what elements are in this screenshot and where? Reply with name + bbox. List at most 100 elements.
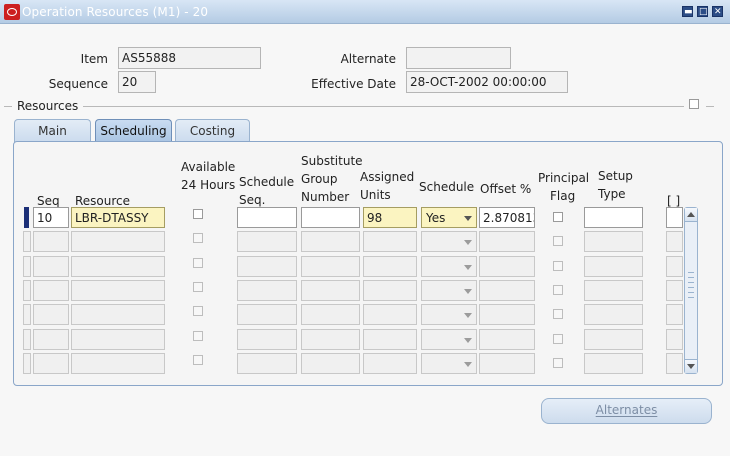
substitute-group-field[interactable] (301, 329, 360, 350)
resource-field[interactable]: LBR-DTASSY (71, 207, 165, 228)
offset-percent-field[interactable] (479, 231, 535, 252)
schedule-dropdown[interactable] (421, 280, 477, 301)
principal-flag-checkbox[interactable] (553, 236, 563, 246)
schedule-seq-field[interactable] (237, 353, 297, 374)
descriptive-flexfield[interactable] (666, 256, 683, 277)
row-indicator[interactable] (23, 280, 31, 301)
alternate-field[interactable] (406, 47, 511, 69)
offset-percent-field[interactable] (479, 304, 535, 325)
resource-field[interactable] (71, 304, 165, 325)
setup-type-field[interactable] (584, 207, 643, 228)
principal-flag-checkbox[interactable] (553, 334, 563, 344)
minimize-button[interactable]: ▬ (682, 6, 693, 17)
assigned-units-field[interactable] (363, 280, 417, 301)
schedule-dropdown[interactable] (421, 256, 477, 277)
substitute-group-field[interactable] (301, 231, 360, 252)
tab-costing[interactable]: Costing (175, 119, 250, 142)
resource-field[interactable] (71, 329, 165, 350)
available-24-hours-checkbox[interactable] (193, 331, 203, 341)
schedule-dropdown[interactable] (421, 304, 477, 325)
tab-scheduling[interactable]: Scheduling (95, 119, 172, 143)
resource-field[interactable] (71, 231, 165, 252)
resource-field[interactable] (71, 353, 165, 374)
assigned-units-field[interactable] (363, 353, 417, 374)
offset-percent-field[interactable]: 2.870813 (479, 207, 535, 228)
scroll-down-button[interactable] (685, 359, 697, 373)
schedule-seq-field[interactable] (237, 207, 297, 228)
principal-flag-checkbox[interactable] (553, 212, 563, 222)
descriptive-flexfield[interactable] (666, 280, 683, 301)
descriptive-flexfield[interactable] (666, 231, 683, 252)
available-24-hours-checkbox[interactable] (193, 306, 203, 316)
descriptive-flexfield[interactable] (666, 304, 683, 325)
setup-type-field[interactable] (584, 256, 643, 277)
offset-percent-field[interactable] (479, 329, 535, 350)
assigned-units-field[interactable] (363, 329, 417, 350)
principal-flag-checkbox[interactable] (553, 358, 563, 368)
row-indicator[interactable] (23, 329, 31, 350)
descriptive-flexfield[interactable] (666, 207, 683, 228)
principal-flag-checkbox[interactable] (553, 309, 563, 319)
substitute-group-field[interactable] (301, 353, 360, 374)
available-24-hours-checkbox[interactable] (193, 209, 203, 219)
setup-type-field[interactable] (584, 231, 643, 252)
resource-field[interactable] (71, 256, 165, 277)
substitute-group-field[interactable] (301, 256, 360, 277)
principal-flag-checkbox[interactable] (553, 285, 563, 295)
sequence-field[interactable]: 20 (118, 71, 156, 93)
schedule-dropdown[interactable] (421, 329, 477, 350)
row-indicator[interactable] (23, 353, 31, 374)
substitute-group-field[interactable] (301, 207, 360, 228)
offset-percent-field[interactable] (479, 256, 535, 277)
seq-field[interactable]: 10 (33, 207, 69, 228)
row-indicator[interactable] (23, 256, 31, 277)
close-button[interactable]: ✕ (712, 6, 723, 17)
setup-type-field[interactable] (584, 329, 643, 350)
row-indicator[interactable] (23, 231, 31, 252)
resource-field[interactable] (71, 280, 165, 301)
schedule-seq-field[interactable] (237, 329, 297, 350)
assigned-units-field[interactable]: 98 (363, 207, 417, 228)
seq-field[interactable] (33, 231, 69, 252)
descriptive-flexfield[interactable] (666, 329, 683, 350)
setup-type-field[interactable] (584, 280, 643, 301)
available-24-hours-checkbox[interactable] (193, 282, 203, 292)
schedule-seq-field[interactable] (237, 280, 297, 301)
assigned-units-field[interactable] (363, 231, 417, 252)
scroll-up-button[interactable] (685, 208, 697, 222)
seq-field[interactable] (33, 280, 69, 301)
seq-field[interactable] (33, 256, 69, 277)
assigned-units-field[interactable] (363, 256, 417, 277)
schedule-seq-field[interactable] (237, 304, 297, 325)
setup-type-field[interactable] (584, 304, 643, 325)
descriptive-flexfield[interactable] (666, 353, 683, 374)
scroll-thumb-grip[interactable] (688, 272, 694, 302)
setup-type-field[interactable] (584, 353, 643, 374)
seq-field[interactable] (33, 329, 69, 350)
schedule-seq-field[interactable] (237, 256, 297, 277)
schedule-dropdown[interactable]: Yes (421, 207, 477, 228)
section-collapse-checkbox[interactable] (689, 99, 699, 109)
schedule-seq-field[interactable] (237, 231, 297, 252)
offset-percent-field[interactable] (479, 353, 535, 374)
available-24-hours-checkbox[interactable] (193, 233, 203, 243)
tab-main[interactable]: Main (14, 119, 91, 142)
principal-flag-checkbox[interactable] (553, 261, 563, 271)
row-indicator[interactable] (23, 304, 31, 325)
effective-date-field[interactable]: 28-OCT-2002 00:00:00 (406, 71, 568, 93)
schedule-dropdown[interactable] (421, 353, 477, 374)
substitute-group-field[interactable] (301, 304, 360, 325)
maximize-button[interactable]: □ (697, 6, 708, 17)
assigned-units-field[interactable] (363, 304, 417, 325)
col-offset-header: Offset % (480, 182, 532, 196)
seq-field[interactable] (33, 353, 69, 374)
available-24-hours-checkbox[interactable] (193, 355, 203, 365)
seq-field[interactable] (33, 304, 69, 325)
item-field[interactable]: AS55888 (118, 47, 261, 69)
row-indicator[interactable] (24, 207, 29, 228)
alternates-button[interactable]: Alternates (541, 398, 712, 424)
available-24-hours-checkbox[interactable] (193, 258, 203, 268)
substitute-group-field[interactable] (301, 280, 360, 301)
schedule-dropdown[interactable] (421, 231, 477, 252)
offset-percent-field[interactable] (479, 280, 535, 301)
